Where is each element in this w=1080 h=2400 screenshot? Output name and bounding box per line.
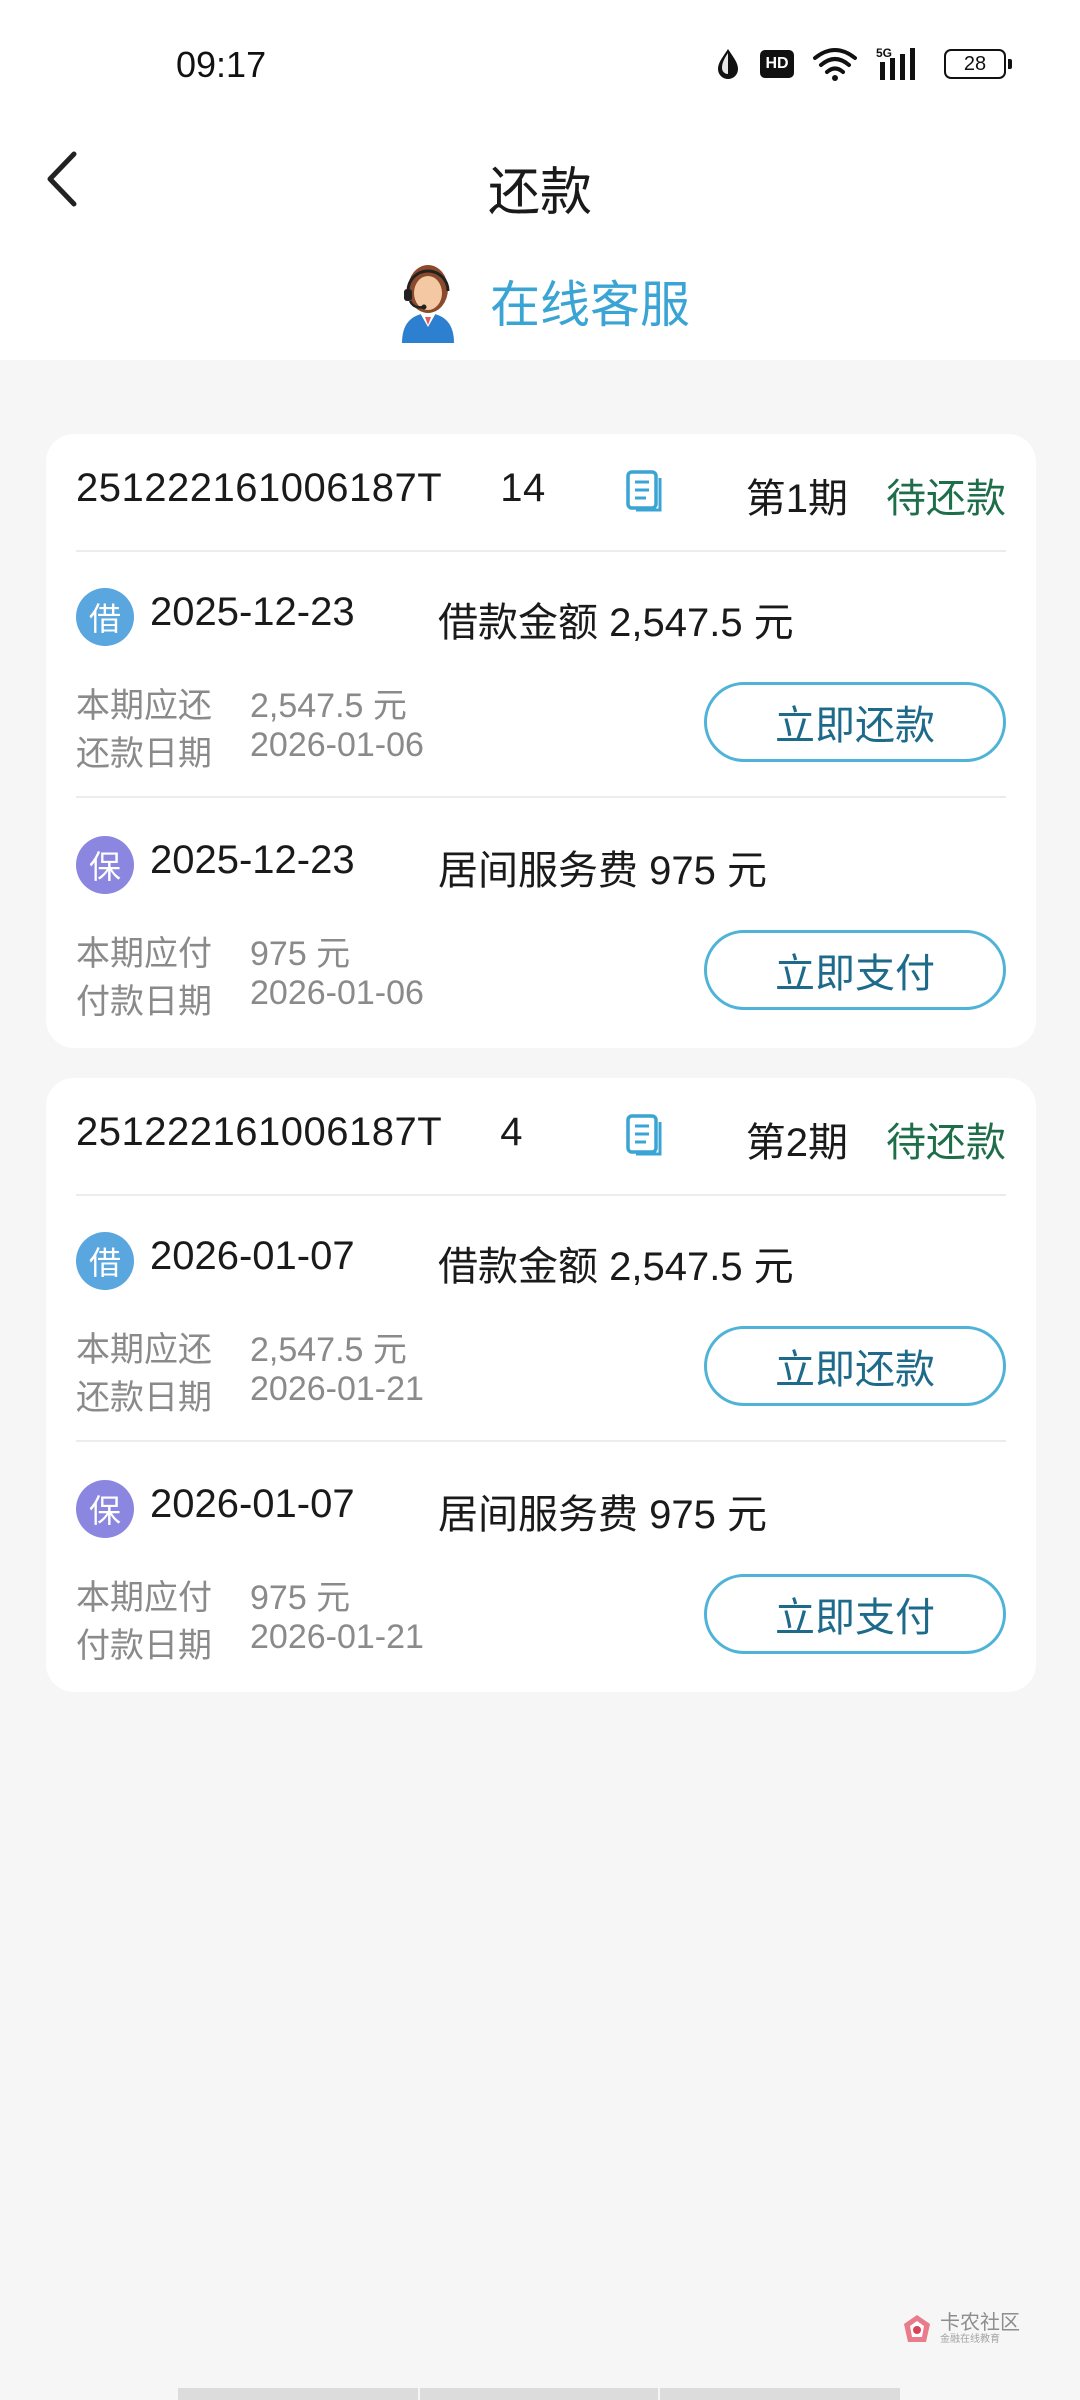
battery-icon: 28 bbox=[944, 49, 1012, 79]
signal-5g-label: 5G bbox=[876, 46, 892, 60]
data-saver-icon bbox=[718, 49, 738, 79]
item-description: 居间服务费 975 元 bbox=[438, 1493, 767, 1537]
fee-item: 保 2026-01-07 居间服务费 975 元 本期应付 975 元 付款日期… bbox=[76, 1444, 1006, 1690]
item-date: 2025-12-23 bbox=[150, 590, 355, 634]
online-service-link[interactable]: 在线客服 bbox=[392, 258, 690, 344]
bottom-bar-segment bbox=[660, 2388, 900, 2400]
amount-due-label: 本期应还 bbox=[76, 1331, 212, 1369]
copy-icon[interactable] bbox=[624, 468, 664, 514]
loan-item: 借 2025-12-23 借款金额 2,547.5 元 本期应还 2,547.5… bbox=[76, 552, 1006, 798]
watermark: 卡农社区 金融在线教育 bbox=[900, 2312, 1020, 2346]
signal-5g-icon: 5G bbox=[876, 46, 915, 80]
order-number: 251222161006187T 4 bbox=[76, 1110, 523, 1154]
status-label: 待还款 bbox=[886, 1121, 1006, 1165]
nav-bar: 还款 bbox=[0, 130, 1080, 230]
due-date-label: 付款日期 bbox=[76, 983, 212, 1021]
service-bar: 在线客服 bbox=[0, 230, 1080, 360]
watermark-text: 卡农社区 金融在线教育 bbox=[940, 2312, 1020, 2346]
amount-due-value: 975 元 bbox=[250, 935, 351, 973]
watermark-logo-icon bbox=[904, 2315, 930, 2342]
installment-card: 251222161006187T 4 第2期 待还款 借 2026-01-07 … bbox=[46, 1078, 1036, 1692]
hd-icon: HD bbox=[760, 50, 794, 78]
amount-due-label: 本期应付 bbox=[76, 935, 212, 973]
customer-service-agent-icon bbox=[402, 265, 454, 343]
order-number: 251222161006187T 14 bbox=[76, 466, 546, 510]
amount-due-value: 2,547.5 元 bbox=[250, 687, 407, 725]
loan-badge-icon: 借 bbox=[76, 588, 134, 646]
due-date-value: 2026-01-21 bbox=[250, 1370, 424, 1408]
status-label: 待还款 bbox=[886, 477, 1006, 521]
item-description: 借款金额 2,547.5 元 bbox=[438, 1245, 794, 1289]
period-label: 第2期 bbox=[745, 1121, 848, 1165]
bottom-bar-segment bbox=[420, 2388, 658, 2400]
item-date: 2026-01-07 bbox=[150, 1482, 355, 1526]
repay-now-button[interactable]: 立即还款 bbox=[704, 682, 1006, 762]
due-date-value: 2026-01-06 bbox=[250, 726, 424, 764]
amount-due-label: 本期应还 bbox=[76, 687, 212, 725]
repay-now-button[interactable]: 立即还款 bbox=[704, 1326, 1006, 1406]
item-description: 借款金额 2,547.5 元 bbox=[438, 601, 794, 645]
watermark-subtitle: 金融在线教育 bbox=[940, 2334, 1000, 2345]
installment-card: 251222161006187T 14 第1期 待还款 借 2025-12-23… bbox=[46, 434, 1036, 1048]
period-label: 第1期 bbox=[745, 477, 848, 521]
due-date-label: 付款日期 bbox=[76, 1627, 212, 1665]
due-date-value: 2026-01-06 bbox=[250, 974, 424, 1012]
fee-badge-icon: 保 bbox=[76, 1480, 134, 1538]
amount-due-value: 975 元 bbox=[250, 1579, 351, 1617]
card-header: 251222161006187T 4 第2期 待还款 bbox=[76, 1078, 1006, 1196]
status-time: 09:17 bbox=[176, 44, 267, 85]
due-date-label: 还款日期 bbox=[76, 1379, 212, 1417]
loan-badge-icon: 借 bbox=[76, 1232, 134, 1290]
amount-due-label: 本期应付 bbox=[76, 1579, 212, 1617]
pay-now-button[interactable]: 立即支付 bbox=[704, 1574, 1006, 1654]
due-date-label: 还款日期 bbox=[76, 735, 212, 773]
bottom-bar-segment bbox=[178, 2388, 418, 2400]
item-date: 2025-12-23 bbox=[150, 838, 355, 882]
fee-item: 保 2025-12-23 居间服务费 975 元 本期应付 975 元 付款日期… bbox=[76, 800, 1006, 1046]
status-icons: HD 5G 28 bbox=[714, 44, 1012, 84]
online-service-label: 在线客服 bbox=[490, 277, 690, 333]
card-header: 251222161006187T 14 第1期 待还款 bbox=[76, 434, 1006, 552]
item-description: 居间服务费 975 元 bbox=[438, 849, 767, 893]
amount-due-value: 2,547.5 元 bbox=[250, 1331, 407, 1369]
wifi-icon bbox=[813, 48, 857, 81]
page-title: 还款 bbox=[487, 164, 592, 222]
status-bar: 09:17 HD 5G 28 bbox=[0, 0, 1080, 130]
due-date-value: 2026-01-21 bbox=[250, 1618, 424, 1656]
copy-icon[interactable] bbox=[624, 1112, 664, 1158]
loan-item: 借 2026-01-07 借款金额 2,547.5 元 本期应还 2,547.5… bbox=[76, 1196, 1006, 1442]
pay-now-button[interactable]: 立即支付 bbox=[704, 930, 1006, 1010]
fee-badge-icon: 保 bbox=[76, 836, 134, 894]
watermark-title: 卡农社区 bbox=[940, 2312, 1020, 2334]
item-date: 2026-01-07 bbox=[150, 1234, 355, 1278]
